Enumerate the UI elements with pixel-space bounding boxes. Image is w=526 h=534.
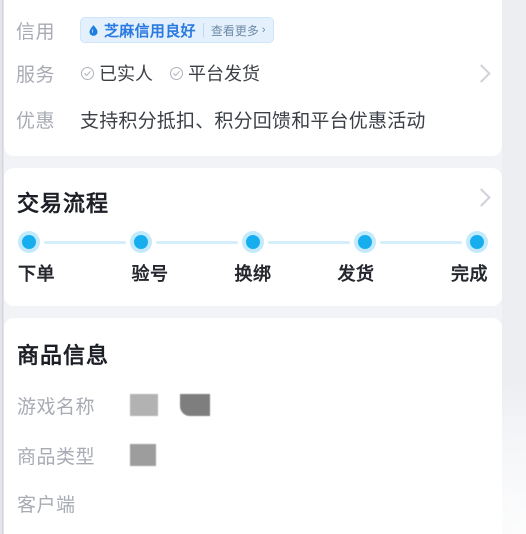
promo-row: 优惠 支持积分抵扣、积分回馈和平台优惠活动 [4, 102, 502, 136]
view-more-label: 查看更多 [210, 23, 259, 38]
step-label-complete: 完成 [451, 264, 488, 284]
step-label-verify: 验号 [131, 264, 169, 284]
service-row-body: 已实人 平台发货 [80, 60, 502, 86]
goods-row-label: 游戏名称 [17, 396, 96, 418]
flow-section-title: 交易流程 [17, 191, 110, 216]
step-label-order: 下单 [18, 264, 55, 284]
step-connector [44, 240, 126, 244]
promo-row-label: 优惠 [16, 110, 56, 132]
service-tag-verified-person: 已实人 [80, 60, 153, 86]
credit-row-label: 信用 [16, 21, 56, 43]
goods-row-game-name: 游戏名称 [4, 390, 502, 420]
service-tag-label: 平台发货 [188, 64, 260, 84]
service-tag-label: 已实人 [99, 64, 153, 84]
step-dot [354, 231, 376, 253]
step-dot [242, 231, 264, 253]
mosaic-block [130, 394, 158, 416]
goods-row-product-type: 商品类型 [4, 440, 502, 470]
stepper-labels: 下单 验号 换绑 发货 完成 [18, 260, 488, 286]
chevron-right-icon: › [261, 23, 266, 36]
goods-row-client: 客户端 [4, 488, 502, 518]
step-connector [268, 240, 350, 244]
seller-info-card: 信用 芝麻信用良好 查看更多 › 服务 已实人 平台发货 优惠 支持积分抵扣、积… [4, 0, 502, 156]
goods-section-title: 商品信息 [17, 343, 110, 368]
step-connector [156, 240, 238, 244]
goods-row-label: 商品类型 [17, 446, 96, 468]
credit-row-body: 芝麻信用良好 查看更多 › [80, 17, 502, 43]
mosaic-block [130, 444, 156, 466]
chevron-right-icon[interactable] [472, 188, 491, 207]
masked-value [130, 394, 210, 416]
product-detail-screen: 信用 芝麻信用良好 查看更多 › 服务 已实人 平台发货 优惠 支持积分抵扣、积… [0, 0, 526, 534]
step-dot [130, 231, 152, 253]
goods-info-card: 商品信息 游戏名称 商品类型 客户端 [4, 318, 502, 534]
sesame-credit-text: 芝麻信用良好 [104, 22, 196, 40]
mosaic-block [180, 394, 210, 416]
badge-divider [202, 23, 204, 37]
service-row[interactable]: 服务 已实人 平台发货 [4, 56, 502, 90]
service-row-label: 服务 [16, 64, 56, 86]
masked-value [130, 444, 156, 466]
page-right-background [502, 0, 526, 534]
step-label-rebind: 换绑 [234, 264, 272, 284]
goods-row-label: 客户端 [17, 494, 76, 516]
stepper-track [18, 230, 488, 254]
service-tag-platform-delivery: 平台发货 [169, 60, 260, 86]
step-dot [466, 231, 488, 253]
promo-row-body: 支持积分抵扣、积分回馈和平台优惠活动 [80, 106, 502, 133]
check-circle-icon [169, 66, 184, 80]
step-dot [18, 231, 40, 253]
sesame-drop-icon [89, 24, 98, 36]
step-connector [380, 240, 462, 244]
step-label-delivery: 发货 [337, 264, 375, 284]
check-circle-icon [80, 66, 95, 80]
sesame-credit-badge[interactable]: 芝麻信用良好 查看更多 › [80, 17, 274, 43]
transaction-flow-card[interactable]: 交易流程 下单 验号 换绑 发货 完成 [4, 168, 502, 306]
promo-text: 支持积分抵扣、积分回馈和平台优惠活动 [80, 110, 426, 132]
credit-row[interactable]: 信用 芝麻信用良好 查看更多 › [4, 13, 502, 47]
